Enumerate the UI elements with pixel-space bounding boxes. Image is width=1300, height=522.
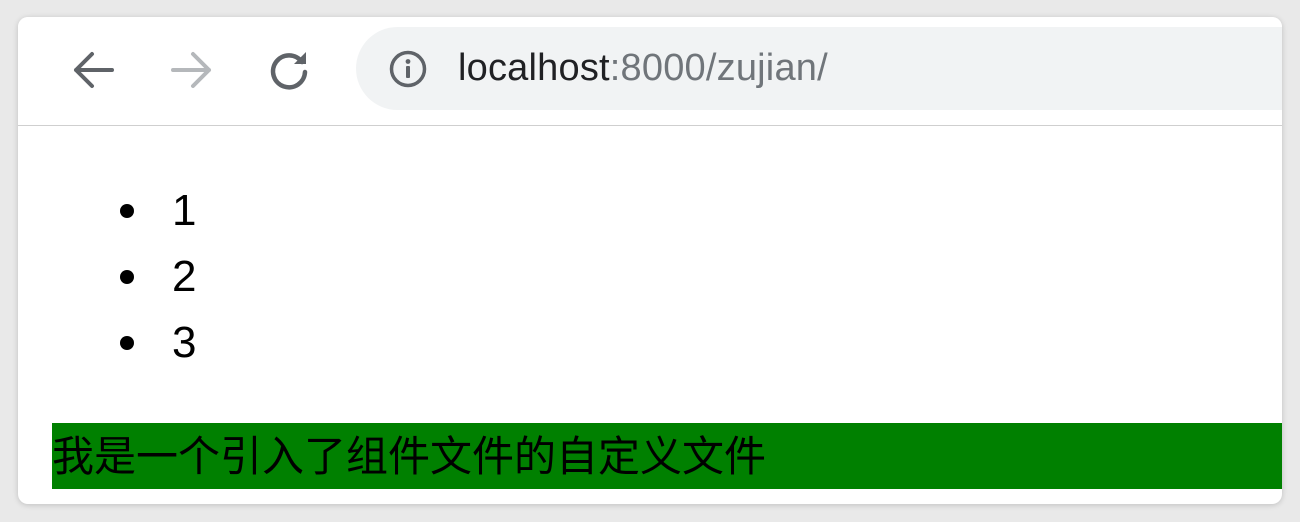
url-host: localhost [458,47,610,89]
reload-button[interactable] [264,47,314,93]
browser-toolbar: localhost:8000/zujian/ [18,17,1282,126]
arrow-left-icon [70,50,116,90]
arrow-right-icon [169,50,215,90]
custom-component-banner: 我是一个引入了组件文件的自定义文件 [52,423,1282,489]
address-bar[interactable]: localhost:8000/zujian/ [356,27,1282,110]
page-content: 1 2 3 我是一个引入了组件文件的自定义文件 [18,126,1282,504]
list-item-text: 3 [172,318,197,367]
forward-button[interactable] [167,47,217,93]
bullet-icon [120,270,134,284]
bullet-icon [120,336,134,350]
url-text: localhost:8000/zujian/ [458,47,828,90]
reload-icon [267,48,311,92]
list-item-text: 1 [172,186,197,235]
back-button[interactable] [68,47,118,93]
info-icon[interactable] [388,49,428,89]
list-item-text: 2 [172,252,197,301]
url-path: :8000/zujian/ [609,47,828,89]
bullet-icon [120,204,134,218]
browser-window: localhost:8000/zujian/ 1 2 3 我是一个引入了组件文件… [18,17,1282,504]
